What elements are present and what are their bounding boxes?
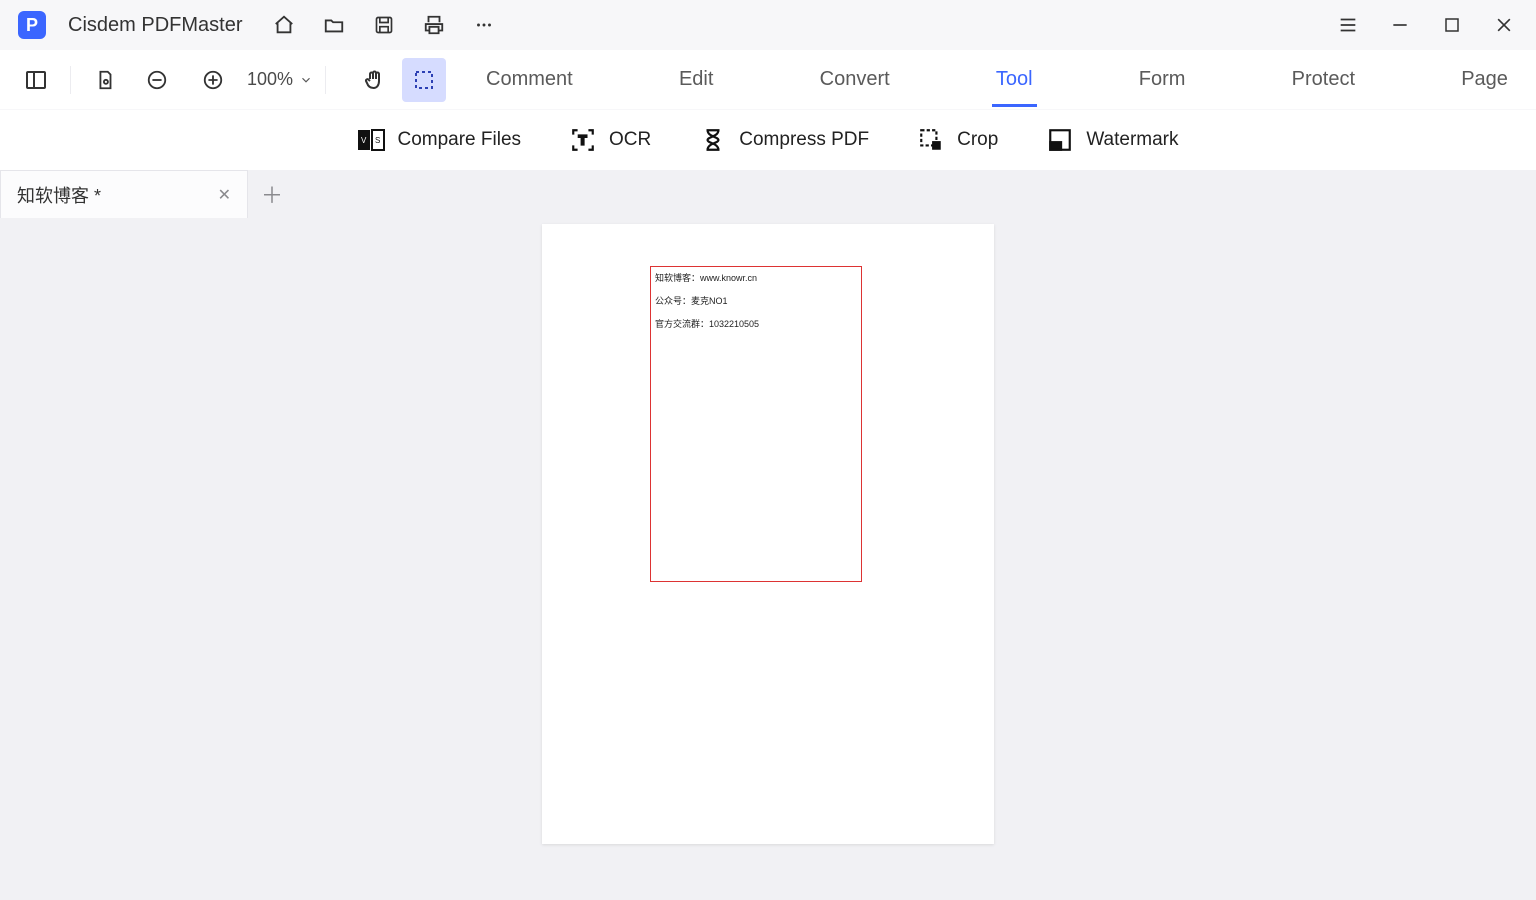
separator [70,66,71,94]
marquee-icon [412,68,436,92]
window-controls [1334,11,1518,39]
more-icon [473,14,495,36]
compare-label: Compare Files [397,129,521,151]
zoom-in-button[interactable] [191,58,235,102]
ocr-button[interactable]: T OCR [569,126,651,154]
tab-comment[interactable]: Comment [482,58,577,101]
page-text-line: 官方交流群：1032210505 [655,317,857,330]
content-selection-box[interactable]: 知软博客：www.knowr.cn 公众号：麦克NO1 官方交流群：103221… [650,266,862,582]
separator [325,66,326,94]
document-canvas[interactable]: 知软博客：www.knowr.cn 公众号：麦克NO1 官方交流群：103221… [0,218,1536,900]
close-button[interactable] [1490,11,1518,39]
tab-tool[interactable]: Tool [992,58,1037,101]
watermark-icon [1046,126,1074,154]
crop-label: Crop [957,129,998,151]
app-title: Cisdem PDFMaster [68,14,242,37]
app-logo: P [18,11,46,39]
menu-button[interactable] [1334,11,1362,39]
crop-button[interactable]: Crop [917,126,998,154]
compare-icon: VS [357,126,385,154]
sidebar-toggle-button[interactable] [14,58,58,102]
zoom-out-button[interactable] [135,58,179,102]
minimize-button[interactable] [1386,11,1414,39]
zoom-dropdown[interactable]: 100% [247,69,313,90]
tab-page[interactable]: Page [1457,58,1512,101]
document-tab-bar: 知软博客 * ✕ ＋ [0,170,1536,218]
tab-protect[interactable]: Protect [1288,58,1359,101]
maximize-icon [1443,16,1461,34]
tool-subtoolbar: VS Compare Files T OCR Compress PDF Crop… [0,110,1536,170]
main-tabs: Comment Edit Convert Tool Form Protect P… [446,58,1522,101]
save-button[interactable] [370,11,398,39]
compress-icon [699,126,727,154]
page-gear-icon [94,68,116,92]
tab-edit[interactable]: Edit [675,58,717,101]
new-tab-button[interactable]: ＋ [248,170,296,218]
maximize-button[interactable] [1438,11,1466,39]
ocr-label: OCR [609,129,651,151]
ocr-icon: T [569,126,597,154]
page-text-line: 公众号：麦克NO1 [655,294,857,307]
pdf-page[interactable]: 知软博客：www.knowr.cn 公众号：麦克NO1 官方交流群：103221… [542,224,994,844]
svg-text:V: V [361,136,367,145]
plus-circle-icon [202,69,224,91]
minimize-icon [1390,15,1410,35]
home-icon [273,14,295,36]
print-button[interactable] [420,11,448,39]
home-button[interactable] [270,11,298,39]
hand-icon [362,68,386,92]
document-tab-close[interactable]: ✕ [218,185,231,205]
titlebar: P Cisdem PDFMaster [0,0,1536,50]
compress-button[interactable]: Compress PDF [699,126,869,154]
crop-icon [917,126,945,154]
page-settings-button[interactable] [83,58,127,102]
plus-icon: ＋ [261,178,283,210]
compare-files-button[interactable]: VS Compare Files [357,126,521,154]
svg-text:S: S [375,136,380,145]
open-button[interactable] [320,11,348,39]
document-tab[interactable]: 知软博客 * ✕ [0,170,248,218]
select-tool-button[interactable] [402,58,446,102]
minus-circle-icon [146,69,168,91]
sidebar-icon [24,68,48,92]
page-text-line: 知软博客：www.knowr.cn [655,271,857,284]
main-toolbar: 100% Comment Edit Convert Tool Form Prot… [0,50,1536,110]
compress-label: Compress PDF [739,129,869,151]
chevron-down-icon [299,73,313,87]
close-icon [1494,15,1514,35]
tab-convert[interactable]: Convert [816,58,894,101]
tab-form[interactable]: Form [1135,58,1190,101]
hamburger-icon [1337,14,1359,36]
watermark-button[interactable]: Watermark [1046,126,1178,154]
zoom-value: 100% [247,69,293,90]
save-icon [374,15,394,35]
zoom-controls: 100% [135,58,313,102]
more-button[interactable] [470,11,498,39]
folder-icon [323,14,345,36]
document-tab-title: 知软博客 * [17,182,101,208]
close-icon: ✕ [218,187,231,204]
svg-text:T: T [579,132,587,147]
print-icon [423,14,445,36]
hand-tool-button[interactable] [352,58,396,102]
watermark-label: Watermark [1086,129,1178,151]
